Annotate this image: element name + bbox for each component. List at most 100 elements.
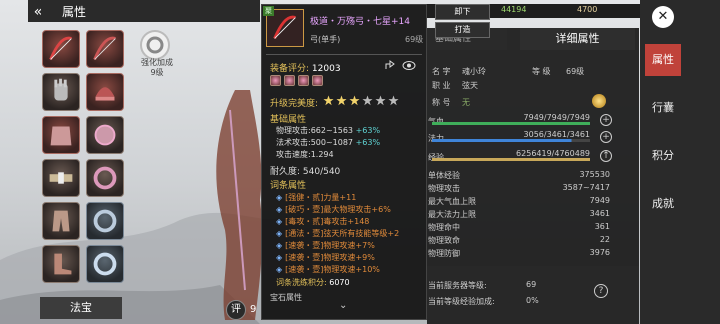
star-empty-icon xyxy=(375,95,386,106)
affix-line: ◈ [速袭・壹]物理攻速+9% xyxy=(276,252,375,263)
detail-attr-label: 单体经验 xyxy=(428,171,460,180)
mp-value: 3056/3461/3461 xyxy=(523,130,590,139)
diamond-icon: ◈ xyxy=(276,217,283,226)
equip-slot-helmet[interactable] xyxy=(86,73,124,111)
level-value: 69级 xyxy=(566,67,585,76)
back-arrow-icon[interactable]: « xyxy=(28,4,48,20)
base-attr-line: 物理攻击:662~1563 +63% xyxy=(276,125,380,136)
gem-icon xyxy=(270,75,281,86)
add-mp-icon[interactable]: + xyxy=(600,131,612,143)
score-peek-text: 9 xyxy=(250,304,257,315)
equip-slot-belt[interactable] xyxy=(42,159,80,197)
star-filled-icon xyxy=(336,95,347,106)
forge-button[interactable]: 打造 xyxy=(435,22,490,38)
affix-line: ◈ [破巧・壹]最大物理攻击+6% xyxy=(276,204,391,215)
equip-slot-pants[interactable] xyxy=(42,202,80,240)
help-icon[interactable]: ? xyxy=(594,284,608,298)
equip-slot-ring-1[interactable] xyxy=(86,116,124,154)
pants-icon xyxy=(52,210,70,232)
exp-up-icon[interactable]: ↑ xyxy=(600,150,612,162)
equip-slot-ring-3[interactable] xyxy=(86,245,124,283)
armor-icon xyxy=(50,126,72,146)
base-attr-bonus: +63% xyxy=(355,138,381,147)
detail-attr-value: 361 xyxy=(594,222,610,231)
level-label: 等 级 xyxy=(532,67,551,76)
diamond-icon: ◈ xyxy=(276,229,283,238)
item-level: 69级 xyxy=(405,35,424,44)
tooltip-cutoff-text: 宝石属性 xyxy=(270,293,302,302)
panel-title: 属性 xyxy=(62,5,87,19)
nav-item-0[interactable]: 属性 xyxy=(645,44,681,76)
job-value: 弦天 xyxy=(462,81,478,90)
nav-item-1[interactable]: 行囊 xyxy=(645,92,681,124)
affix-title: 词条属性 xyxy=(270,181,307,191)
title-value: 无 xyxy=(462,98,470,107)
equip-slot-offhand[interactable] xyxy=(86,30,124,68)
ring-icon xyxy=(93,209,117,233)
helmet-icon xyxy=(95,87,115,101)
currency-1-value: 44194 xyxy=(501,5,527,14)
name-value: 魂小玲 xyxy=(462,67,486,76)
star-empty-icon xyxy=(388,95,399,106)
base-attr-line: 攻击速度:1.294 xyxy=(276,149,334,160)
gem-icon xyxy=(284,75,295,86)
equip-slot-necklace[interactable] xyxy=(86,159,124,197)
title-label: 称 号 xyxy=(432,98,451,107)
base-attr-text: 法术攻击:500~1087 xyxy=(276,138,356,147)
bow-icon xyxy=(93,36,116,60)
base-attr-text: 攻击速度:1.294 xyxy=(276,150,334,159)
perfection-label: 升级完美度: xyxy=(270,99,319,109)
wash-value: 6070 xyxy=(329,278,350,287)
chevron-down-icon[interactable]: ⌄ xyxy=(339,300,347,311)
durability: 耐久度: 540/540 xyxy=(270,167,341,177)
title-orb-icon[interactable] xyxy=(592,94,606,108)
fabao-button[interactable]: 法宝 xyxy=(40,297,122,319)
equip-score-label: 装备评分: xyxy=(270,64,310,74)
detail-attr-label: 物理防御 xyxy=(428,249,460,258)
currency-2-value: 4700 xyxy=(577,5,598,14)
diamond-icon: ◈ xyxy=(276,241,283,250)
boots-icon xyxy=(54,253,72,275)
name-label: 名 字 xyxy=(432,67,451,76)
exp-bonus-label: 当前等级经验加成: xyxy=(428,297,495,306)
star-rating xyxy=(321,95,399,109)
detail-attr-label: 最大法力上限 xyxy=(428,210,476,219)
eye-icon[interactable] xyxy=(402,60,416,71)
equip-slot-armor[interactable] xyxy=(42,116,80,154)
unequip-button[interactable]: 卸下 xyxy=(435,4,490,20)
equip-score-value: 12003 xyxy=(311,64,341,74)
equip-slot-gloves[interactable] xyxy=(42,73,80,111)
share-icon[interactable] xyxy=(384,59,396,71)
affix-line: ◈ [毒攻・贰]毒攻击+148 xyxy=(276,216,369,227)
detail-attr-value: 22 xyxy=(599,235,610,244)
gem-sockets xyxy=(270,75,326,89)
detail-attr-value: 375530 xyxy=(579,170,610,179)
diamond-icon: ◈ xyxy=(276,205,283,214)
exp-bonus-value: 0% xyxy=(526,296,539,305)
bracer-icon xyxy=(94,124,116,146)
diamond-icon: ◈ xyxy=(276,265,283,274)
star-filled-icon xyxy=(349,95,360,106)
affix-line: ◈ [通法・壹]弦天所有技能等级+2 xyxy=(276,228,399,239)
detail-attr-value: 3976 xyxy=(589,248,610,257)
nav-item-3[interactable]: 成就 xyxy=(645,188,681,220)
enhance-bonus-icon[interactable] xyxy=(140,30,170,60)
detail-attr-label: 物理命中 xyxy=(428,223,460,232)
necklace-icon xyxy=(93,166,117,190)
gem-icon xyxy=(298,75,309,86)
close-icon[interactable]: ✕ xyxy=(652,6,674,28)
star-empty-icon xyxy=(362,95,373,106)
add-hp-icon[interactable]: + xyxy=(600,114,612,126)
nav-item-2[interactable]: 积分 xyxy=(645,140,681,172)
equip-slot-ring-2[interactable] xyxy=(86,202,124,240)
affix-text: [破巧・壹]最大物理攻击+6% xyxy=(285,205,391,214)
server-level-value: 69 xyxy=(526,280,537,289)
hp-value: 7949/7949/7949 xyxy=(523,113,590,122)
item-type: 弓(单手) xyxy=(310,35,341,44)
affix-text: [速袭・壹]物理攻速+9% xyxy=(285,253,375,262)
equip-slot-boots[interactable] xyxy=(42,245,80,283)
equip-score: 装备评分: 12003 xyxy=(270,61,341,74)
item-name: 极道・万殇弓・七星+14 xyxy=(310,17,410,27)
tab-detail-attr[interactable]: 详细属性 xyxy=(520,28,635,50)
equip-slot-weapon[interactable] xyxy=(42,30,80,68)
